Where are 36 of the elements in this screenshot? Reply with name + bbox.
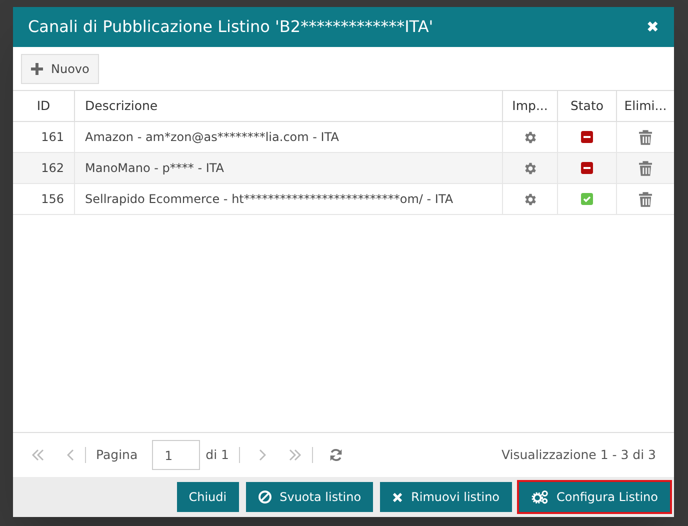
new-button[interactable]: Nuovo <box>21 54 100 84</box>
dialog-button[interactable]: Rimuovi listino <box>380 482 512 512</box>
page-input[interactable]: 1 <box>152 440 200 470</box>
column-header[interactable]: ID <box>36 96 50 116</box>
dialog-button[interactable]: Chiudi <box>176 482 239 512</box>
column-header[interactable]: Imp... <box>512 96 548 116</box>
table-cell-text: 156 <box>41 191 64 208</box>
trash-icon[interactable] <box>639 160 652 176</box>
gear-icon[interactable] <box>522 192 538 206</box>
column-header[interactable]: Elimi... <box>624 96 667 116</box>
plus-icon <box>31 62 43 74</box>
trash-icon[interactable] <box>639 130 652 144</box>
column-header[interactable]: Descrizione <box>85 96 158 116</box>
table-cell-text: Amazon - am*zon@as********lia.com - ITA <box>85 129 339 146</box>
page-label: Pagina <box>96 446 138 464</box>
close-button[interactable]: ✖ <box>646 16 659 38</box>
dialog-title: Canali di Pubblicazione Listino 'B2*************ITA' <box>28 16 434 38</box>
pager-summary: Visualizzazione 1 - 3 di 3 <box>501 446 656 464</box>
table-row[interactable]: 162 ManoMano - p**** - ITA <box>13 153 674 184</box>
refresh-icon[interactable] <box>328 448 343 462</box>
dialog-button[interactable]: Svuota listino <box>246 482 374 512</box>
gear-icon[interactable] <box>522 160 538 176</box>
dialog-button[interactable]: Configura Listino <box>518 482 670 512</box>
column-header[interactable]: Stato <box>570 96 604 116</box>
table-cell-text: ManoMano - p**** - ITA <box>85 160 224 177</box>
gear-icon[interactable] <box>522 130 538 144</box>
ban-icon <box>258 490 272 504</box>
trash-icon[interactable] <box>639 192 652 206</box>
table-cell-text: 162 <box>41 160 64 177</box>
table-row[interactable]: 156 Sellrapido Ecommerce - ht**************************om/ - ITA <box>13 184 674 215</box>
table-cell-text: 161 <box>41 129 64 146</box>
table-row[interactable]: 161 Amazon - am*zon@as********lia.com - ITA <box>13 122 674 153</box>
cross-icon <box>392 492 404 502</box>
gears-icon <box>530 490 549 504</box>
table-cell-text: Sellrapido Ecommerce - ht**************************om/ - ITA <box>85 191 454 208</box>
page-count: di 1 <box>206 446 229 464</box>
